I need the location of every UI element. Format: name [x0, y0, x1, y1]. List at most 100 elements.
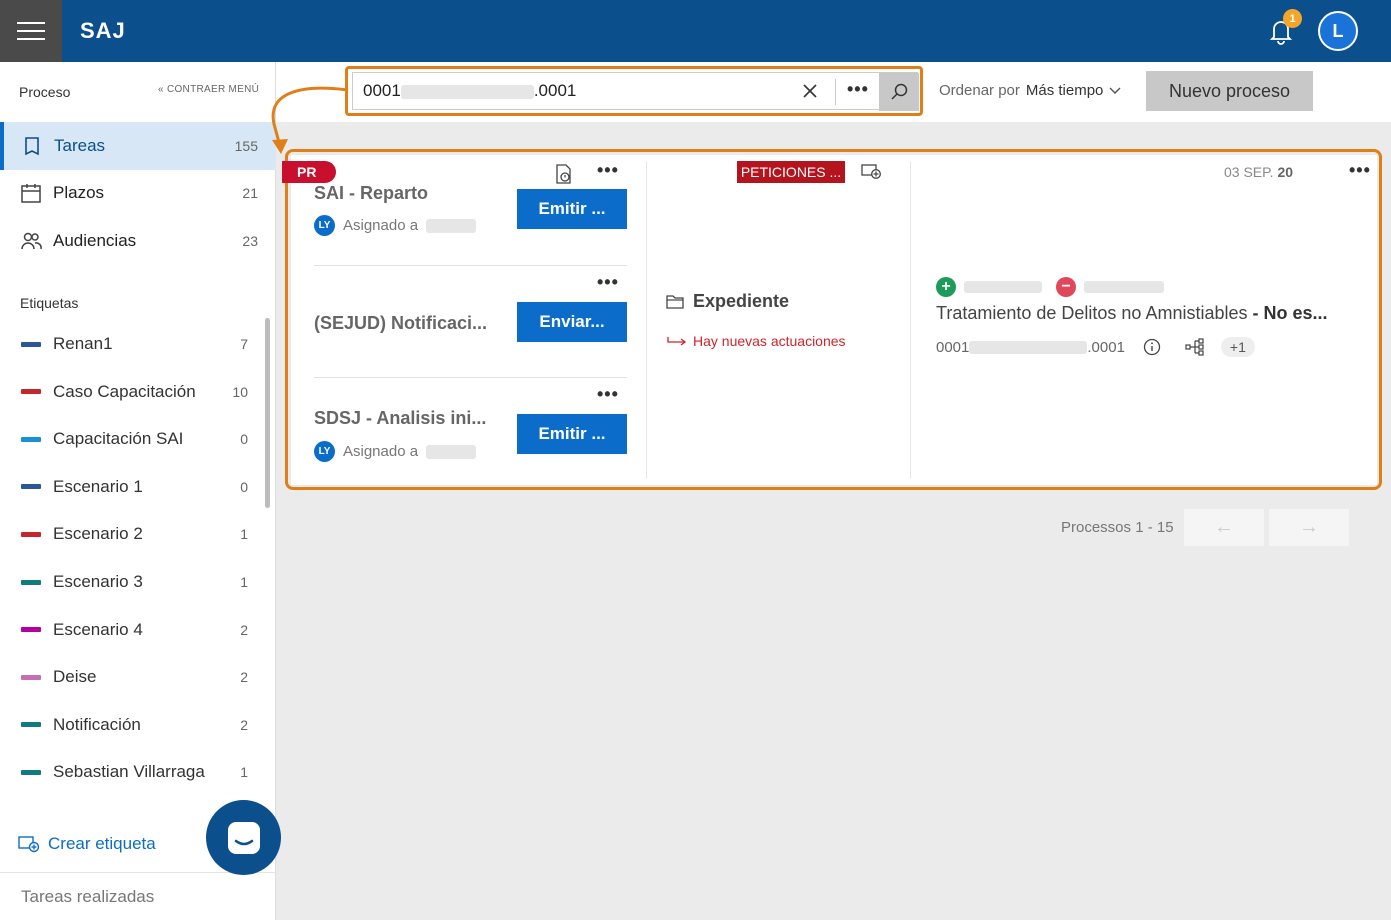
tag-count: 0	[240, 478, 248, 495]
tag-count: 1	[240, 526, 248, 543]
tag-label: Deise	[53, 667, 97, 687]
tag-count: 1	[240, 764, 248, 781]
hierarchy-icon[interactable]	[1185, 338, 1205, 356]
task-title[interactable]: SDSJ - Analisis ini...	[314, 408, 486, 429]
arrow-right-icon: →	[1299, 516, 1319, 538]
arrow-right-icon	[667, 337, 687, 346]
peticiones-badge[interactable]: PETICIONES ...	[737, 161, 845, 183]
calendar-icon	[21, 184, 41, 203]
tag-label: Escenario 3	[53, 572, 143, 591]
sidebar-item-tareas[interactable]: Tareas 155	[0, 122, 276, 170]
assignee-name	[426, 218, 477, 233]
tag-count: 2	[240, 716, 248, 733]
tag-count: 1	[240, 574, 248, 590]
chat-icon	[227, 821, 260, 854]
tag-label: Escenario 2	[53, 524, 143, 544]
tag-count: 10	[232, 383, 248, 400]
task-title[interactable]: SAI - Reparto	[314, 183, 428, 204]
chat-button[interactable]	[206, 800, 281, 875]
sidebar: Proceso « CONTRAER MENÚ Tareas 155 Plazo…	[0, 62, 276, 920]
clear-icon[interactable]	[800, 81, 820, 101]
tag-item[interactable]: Escenario 2 1	[0, 514, 270, 554]
more-options-icon[interactable]: •••	[847, 79, 869, 100]
column-divider	[910, 162, 911, 478]
sidebar-scrollbar[interactable]	[265, 318, 270, 508]
new-actions-link[interactable]: Hay nuevas actuaciones	[667, 333, 846, 349]
tag-color-swatch	[21, 579, 41, 585]
task-action-button[interactable]: Enviar...	[517, 302, 627, 342]
task-more-icon[interactable]: •••	[597, 384, 619, 405]
new-actions-label: Hay nuevas actuaciones	[693, 333, 846, 349]
tag-label: Renan1	[53, 334, 113, 353]
parties-row: + −	[936, 277, 1164, 297]
done-tasks-item[interactable]: Tareas realizadas	[0, 872, 276, 920]
task-action-button[interactable]: Emitir ...	[517, 414, 627, 454]
tag-item[interactable]: Renan1 7	[0, 324, 270, 364]
next-page-button[interactable]: →	[1269, 509, 1349, 546]
task-action-button[interactable]: Emitir ...	[517, 189, 627, 229]
tag-item[interactable]: Escenario 3 1	[0, 562, 270, 602]
tag-count: 2	[240, 669, 248, 686]
tag-label: Escenario 1	[53, 476, 143, 496]
sort-dropdown[interactable]: Ordenar por Más tiempo	[939, 82, 1121, 99]
expediente-link[interactable]: Expediente	[666, 291, 789, 312]
tag-label: Capacitación SAI	[53, 429, 184, 449]
info-icon[interactable]	[1143, 338, 1161, 356]
search-value: 0001.0001	[363, 81, 577, 100]
add-tag-icon[interactable]	[861, 163, 883, 181]
process-subject[interactable]: Tratamiento de Delitos no Amnistiables -…	[936, 303, 1328, 324]
tag-count: 7	[240, 336, 248, 352]
user-avatar[interactable]: L	[1318, 11, 1358, 51]
create-tag-button[interactable]: Crear etiqueta	[18, 834, 156, 854]
tag-item[interactable]: Caso Capacitación 10	[0, 372, 270, 412]
task-title[interactable]: (SEJUD) Notificaci...	[314, 313, 487, 334]
tag-item[interactable]: Deise 2	[0, 657, 270, 697]
divider	[314, 377, 627, 378]
tag-item[interactable]: Capacitación SAI 0	[0, 419, 270, 459]
top-bar: SAJ 1 L	[0, 0, 1391, 62]
card-more-icon[interactable]: •••	[1349, 160, 1371, 181]
tag-item[interactable]: Sebastian Villarraga 1	[0, 752, 270, 792]
expediente-label: Expediente	[693, 291, 790, 311]
plus-circle-icon: +	[936, 277, 956, 297]
tag-color-swatch	[21, 484, 41, 490]
sort-value: Más tiempo	[1025, 82, 1104, 99]
card-date: 03 SEP. 20	[1224, 164, 1294, 180]
search-input[interactable]: 0001.0001 •••	[352, 72, 919, 111]
sort-label: Ordenar por	[939, 82, 1020, 99]
task-item: ••• SDSJ - Analisis ini... LY Asignado a…	[314, 384, 627, 484]
assignee-name	[426, 444, 477, 459]
sidebar-section-title: Proceso	[19, 84, 71, 100]
sidebar-item-count: 23	[242, 233, 258, 249]
assign-label: Asignado a	[343, 217, 419, 234]
tag-color-swatch	[21, 531, 41, 537]
collapse-menu-button[interactable]: « CONTRAER MENÚ	[158, 84, 259, 95]
tag-item[interactable]: Notificación 2	[0, 705, 270, 745]
sidebar-item-audiencias[interactable]: Audiencias 23	[0, 217, 276, 265]
task-assignee: LY Asignado a	[314, 441, 477, 462]
arrow-left-icon: ←	[1214, 516, 1234, 538]
chevron-down-icon	[1109, 87, 1121, 94]
book-icon	[25, 137, 39, 156]
assignee-avatar: LY	[314, 441, 335, 462]
search-button[interactable]	[879, 73, 919, 111]
notification-badge: 1	[1283, 9, 1302, 28]
task-more-icon[interactable]: •••	[597, 160, 619, 181]
extra-count-badge[interactable]: +1	[1220, 337, 1255, 357]
hamburger-menu-icon[interactable]	[0, 0, 62, 62]
tag-color-swatch	[21, 722, 41, 728]
tag-item[interactable]: Escenario 4 2	[0, 610, 270, 650]
assignee-avatar: LY	[314, 215, 335, 236]
pagination-label: Processos 1 - 15	[1061, 519, 1174, 536]
new-process-button[interactable]: Nuevo proceso	[1146, 71, 1313, 111]
tag-label: Sebastian Villarraga	[53, 762, 205, 782]
task-more-icon[interactable]: •••	[597, 272, 619, 293]
divider	[314, 265, 627, 266]
tag-color-swatch	[21, 674, 41, 680]
tag-color-swatch	[21, 341, 41, 347]
assign-label: Asignado a	[343, 443, 419, 460]
task-item: ••• (SEJUD) Notificaci... Enviar...	[314, 272, 627, 372]
sidebar-item-plazos[interactable]: Plazos 21	[0, 169, 276, 217]
prev-page-button[interactable]: ←	[1184, 509, 1264, 546]
tag-item[interactable]: Escenario 1 0	[0, 467, 270, 507]
